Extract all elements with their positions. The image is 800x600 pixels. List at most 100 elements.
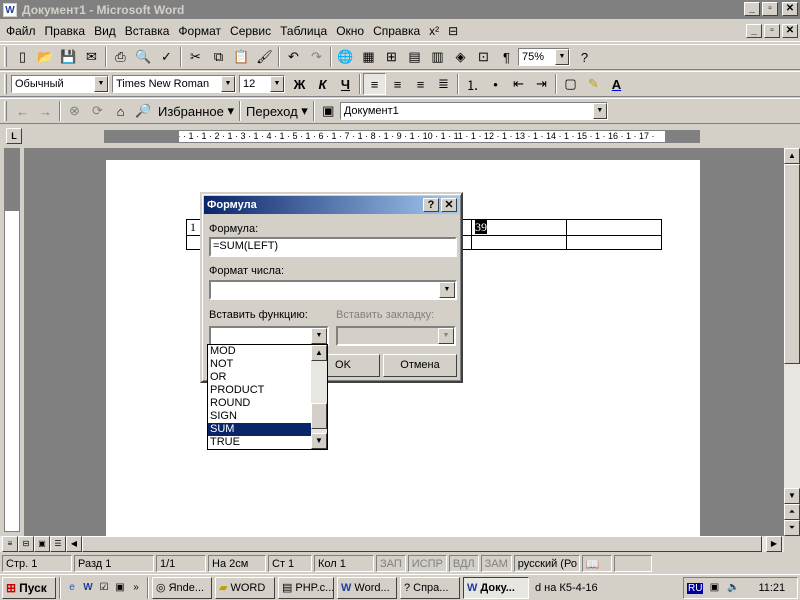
chevron-down-icon[interactable]: ▼ xyxy=(270,76,284,92)
align-center-icon[interactable]: ≡ xyxy=(386,73,409,95)
vertical-ruler[interactable] xyxy=(4,148,20,532)
show-formatting-icon[interactable]: ¶ xyxy=(495,46,518,68)
function-dropdown-list[interactable]: MOD NOT OR PRODUCT ROUND SIGN SUM TRUE ▲… xyxy=(207,344,328,450)
scroll-up-icon[interactable]: ▲ xyxy=(784,148,800,164)
insert-excel-icon[interactable]: ▤ xyxy=(403,46,426,68)
columns-icon[interactable]: ▥ xyxy=(426,46,449,68)
task-yandex[interactable]: ◎ Яnde... xyxy=(152,576,212,599)
font-size-select[interactable]: 12 ▼ xyxy=(239,75,285,93)
list-item-true[interactable]: TRUE xyxy=(208,436,311,449)
menu-view[interactable]: Вид xyxy=(94,24,116,38)
tab-selector[interactable]: L xyxy=(6,128,22,144)
office-assistant-icon[interactable]: ? xyxy=(573,46,596,68)
scroll-up-icon[interactable]: ▲ xyxy=(311,345,327,361)
bullets-icon[interactable]: • xyxy=(484,73,507,95)
status-ext[interactable]: ВДЛ xyxy=(448,554,479,572)
stop-icon[interactable]: ⊗ xyxy=(63,100,86,122)
toolbar-grip[interactable] xyxy=(4,74,7,94)
language-indicator[interactable]: RU xyxy=(687,582,704,594)
display-icon[interactable]: ▣ xyxy=(706,580,722,596)
list-item-mod[interactable]: MOD xyxy=(208,345,311,358)
print-icon[interactable]: ⎙ xyxy=(109,46,132,68)
print-view-icon[interactable]: ▣ xyxy=(34,536,50,552)
insert-function-select[interactable]: ▼ xyxy=(209,326,329,346)
align-right-icon[interactable]: ≡ xyxy=(409,73,432,95)
hscroll-thumb[interactable] xyxy=(82,536,762,552)
back-arrow-icon[interactable]: ← xyxy=(11,100,34,122)
outlook-quicklaunch-icon[interactable]: ☑ xyxy=(96,580,112,596)
status-language[interactable]: русский (Ро xyxy=(513,554,580,572)
scroll-thumb[interactable] xyxy=(784,164,800,364)
increase-indent-icon[interactable]: ⇥ xyxy=(530,73,553,95)
dropdown-scrollbar[interactable]: ▲ ▼ xyxy=(311,345,327,449)
forward-arrow-icon[interactable]: → xyxy=(34,100,57,122)
maximize-button[interactable]: ▫ xyxy=(762,2,778,16)
cut-icon[interactable]: ✂ xyxy=(184,46,207,68)
menu-table[interactable]: Таблица xyxy=(280,24,327,38)
task-document1[interactable]: W Доку... xyxy=(463,576,529,599)
font-select[interactable]: Times New Roman ▼ xyxy=(112,75,236,93)
search-web-icon[interactable]: 🔎 xyxy=(132,100,155,122)
list-item-or[interactable]: OR xyxy=(208,371,311,384)
next-page-icon[interactable]: ⏷ xyxy=(784,520,800,536)
dropdown-scroll-thumb[interactable] xyxy=(311,403,327,429)
spelling-icon[interactable]: ✓ xyxy=(155,46,178,68)
superscript-icon[interactable]: x² xyxy=(429,24,439,38)
chevron-down-icon[interactable]: ▼ xyxy=(592,103,607,119)
menu-window[interactable]: Окно xyxy=(336,24,364,38)
underline-button[interactable]: Ч xyxy=(334,73,357,95)
cancel-button[interactable]: Отмена xyxy=(383,354,457,377)
menu-tools[interactable]: Сервис xyxy=(230,24,271,38)
paste-icon[interactable]: 📋 xyxy=(230,46,253,68)
scroll-right-icon[interactable]: ▶ xyxy=(766,536,782,552)
chevron-down-icon[interactable]: ▼ xyxy=(555,49,569,65)
save-icon[interactable]: 💾 xyxy=(57,46,80,68)
menu-format[interactable]: Формат xyxy=(178,24,221,38)
tables-borders-icon[interactable]: ▦ xyxy=(357,46,380,68)
status-ovr[interactable]: ЗАМ xyxy=(480,554,512,572)
table-cell[interactable]: 39 xyxy=(471,219,567,236)
chevron-down-icon[interactable]: ▼ xyxy=(94,76,108,92)
chevron-down-icon[interactable]: ▼ xyxy=(439,282,455,298)
list-item-sign[interactable]: SIGN xyxy=(208,410,311,423)
status-rec[interactable]: ЗАП xyxy=(376,554,406,572)
toolbar-grip[interactable] xyxy=(4,101,7,121)
more-chevron-icon[interactable]: » xyxy=(128,580,144,596)
numbering-icon[interactable]: ⒈ xyxy=(461,73,484,95)
address-select[interactable]: Документ1 ▼ xyxy=(339,102,608,120)
scroll-down-icon[interactable]: ▼ xyxy=(311,433,327,449)
task-php[interactable]: ▤ PHP.c... xyxy=(278,576,334,599)
start-button[interactable]: ⊞ Пуск xyxy=(2,576,56,599)
word-quicklaunch-icon[interactable]: W xyxy=(80,580,96,596)
word-app-icon[interactable]: W xyxy=(3,2,17,17)
menu-edit[interactable]: Правка xyxy=(45,24,86,38)
task-word-folder[interactable]: ▰ WORD xyxy=(215,576,275,599)
format-painter-icon[interactable]: 🖌 xyxy=(253,46,276,68)
horizontal-ruler[interactable]: 3 · 1 · 2 · 1 · 1 · 1 · · 1 · 1 · 2 · 1 … xyxy=(104,130,700,143)
doc-restore-button[interactable]: ▫ xyxy=(764,24,780,38)
chevron-down-icon[interactable]: ▼ xyxy=(311,328,327,344)
open-folder-icon[interactable]: 📂 xyxy=(34,46,57,68)
close-button[interactable]: ✕ xyxy=(782,2,798,16)
menu-insert[interactable]: Вставка xyxy=(125,24,170,38)
horizontal-scrollbar[interactable]: ≡ ⊟ ▣ ☰ ◀ ▶ xyxy=(0,536,784,552)
list-item-not[interactable]: NOT xyxy=(208,358,311,371)
style-select[interactable]: Обычный ▼ xyxy=(11,75,109,93)
italic-button[interactable]: К xyxy=(311,73,334,95)
normal-view-icon[interactable]: ≡ xyxy=(2,536,18,552)
copy-icon[interactable]: ⧉ xyxy=(207,46,230,68)
status-trk[interactable]: ИСПР xyxy=(407,554,447,572)
volume-icon[interactable]: 🔈 xyxy=(725,580,741,596)
list-item-sum[interactable]: SUM xyxy=(208,423,311,436)
font-color-icon[interactable]: A xyxy=(605,73,628,95)
new-document-icon[interactable]: ▯ xyxy=(11,46,34,68)
dialog-help-button[interactable]: ? xyxy=(423,198,439,212)
table-cell[interactable] xyxy=(566,219,662,236)
document-map-icon-2[interactable]: ⊡ xyxy=(472,46,495,68)
minimize-button[interactable]: _ xyxy=(744,2,760,16)
doc-close-button[interactable]: ✕ xyxy=(782,24,798,38)
insert-table-icon[interactable]: ⊞ xyxy=(380,46,403,68)
list-item-round[interactable]: ROUND xyxy=(208,397,311,410)
table-cell[interactable] xyxy=(471,235,567,250)
task-network[interactable]: d на К5-4-16 xyxy=(532,577,616,599)
